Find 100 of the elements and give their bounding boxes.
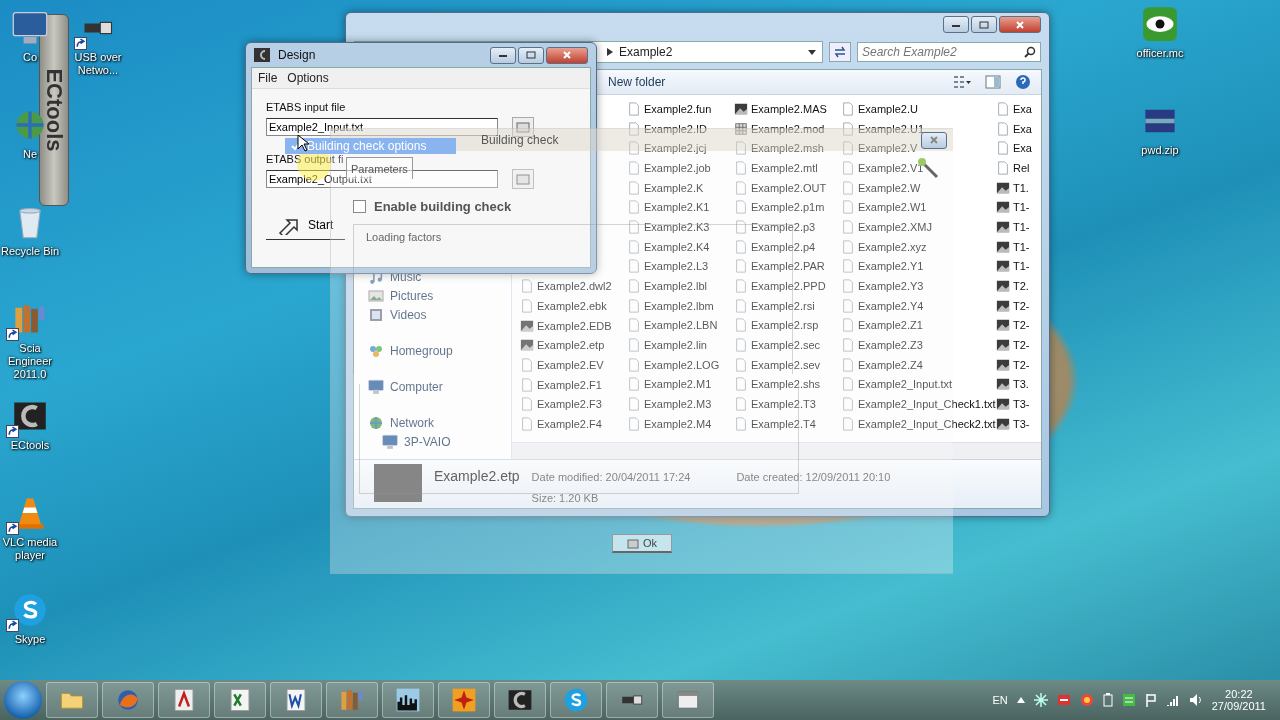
- explorer-item[interactable]: Example2.Z4: [841, 354, 996, 375]
- explorer-item[interactable]: Example2.ebk: [520, 296, 627, 316]
- explorer-item[interactable]: Example2.Z3: [841, 335, 996, 355]
- explorer-item[interactable]: Example2.OUT: [734, 177, 841, 198]
- explorer-item[interactable]: Example2.lbm: [627, 295, 734, 316]
- maximize-button[interactable]: [971, 16, 997, 33]
- dropdown-icon[interactable]: [808, 49, 816, 55]
- horizontal-scrollbar[interactable]: [512, 442, 1041, 459]
- explorer-item[interactable]: Example2.LBN: [627, 315, 734, 336]
- explorer-item[interactable]: Example2.MAS: [734, 99, 841, 119]
- explorer-item[interactable]: Example2_Input.txt: [841, 374, 996, 395]
- explorer-item[interactable]: T3.: [996, 374, 1103, 395]
- explorer-item[interactable]: Example2.lbl: [627, 276, 734, 296]
- minimize-button[interactable]: [490, 46, 516, 64]
- explorer-item[interactable]: Exa: [996, 99, 1103, 119]
- menu-item[interactable]: Options: [287, 71, 329, 85]
- explorer-item[interactable]: Example2.rsp: [734, 315, 841, 336]
- explorer-item[interactable]: Example2.F3: [520, 394, 627, 415]
- explorer-item[interactable]: T2-: [996, 354, 1103, 375]
- start-button[interactable]: [4, 681, 42, 719]
- explorer-item[interactable]: Example2_Input_Check2.txt: [841, 414, 996, 434]
- taskbar-app-button[interactable]: [382, 682, 434, 718]
- explorer-item[interactable]: Example2.shs: [734, 374, 841, 395]
- clock[interactable]: 20:22 27/09/2011: [1211, 688, 1266, 712]
- explorer-item[interactable]: Example2.xyz: [841, 236, 996, 257]
- explorer-item[interactable]: Example2.K4: [627, 236, 734, 257]
- explorer-item[interactable]: Example2.M3: [627, 394, 734, 414]
- explorer-item[interactable]: Example2.F4: [520, 414, 627, 434]
- refresh-button[interactable]: [829, 42, 851, 62]
- explorer-item[interactable]: Example2.Y3: [841, 276, 996, 296]
- explorer-item[interactable]: Example2.p4: [734, 236, 841, 257]
- explorer-item[interactable]: Example2.EDB: [520, 315, 627, 336]
- nav-item[interactable]: 3P-VAIO: [368, 432, 451, 451]
- close-button[interactable]: [546, 46, 588, 64]
- explorer-item[interactable]: Example2.T3: [734, 394, 841, 414]
- input-field[interactable]: Example2_Input.txt: [266, 118, 498, 136]
- explorer-item[interactable]: T2-: [996, 315, 1103, 336]
- maximize-button[interactable]: [518, 46, 544, 64]
- no-entry-icon[interactable]: [1056, 693, 1071, 707]
- explorer-item[interactable]: Example2.Y1: [841, 256, 996, 277]
- explorer-item[interactable]: Example2.K3: [627, 217, 734, 237]
- explorer-item[interactable]: T2.: [996, 276, 1103, 296]
- show-hidden-icons-icon[interactable]: [1016, 697, 1025, 703]
- signal-bars-icon[interactable]: [1165, 694, 1180, 706]
- explorer-item[interactable]: Example2.job: [627, 158, 734, 178]
- explorer-item[interactable]: Example2.EV: [520, 355, 627, 375]
- explorer-item[interactable]: Example2.W: [841, 177, 996, 198]
- battery-icon[interactable]: [1102, 693, 1113, 707]
- list-icon[interactable]: [1121, 693, 1136, 707]
- nav-item[interactable]: Homegroup: [368, 341, 453, 360]
- explorer-item[interactable]: Example2.PPD: [734, 276, 841, 296]
- explorer-item[interactable]: T1-: [996, 236, 1103, 257]
- close-button[interactable]: [999, 16, 1041, 33]
- explorer-item[interactable]: Example2.Y4: [841, 295, 996, 316]
- speaker-icon[interactable]: [1188, 693, 1203, 707]
- explorer-item[interactable]: Example2.Z1: [841, 315, 996, 336]
- explorer-item[interactable]: Rel: [996, 158, 1103, 178]
- explorer-item[interactable]: Example2.M4: [627, 414, 734, 434]
- explorer-item[interactable]: Example2_Input_Check1.txt: [841, 394, 996, 414]
- help-icon[interactable]: [1015, 74, 1031, 90]
- view-options-icon[interactable]: [953, 75, 971, 89]
- explorer-item[interactable]: Example2.etp: [520, 335, 627, 356]
- explorer-item[interactable]: T1-: [996, 197, 1103, 218]
- explorer-item[interactable]: Exa: [996, 138, 1103, 159]
- nav-item[interactable]: Videos: [368, 305, 427, 324]
- search-field[interactable]: Search Example2: [857, 42, 1041, 62]
- snowflake-icon[interactable]: [1033, 693, 1048, 707]
- explorer-item[interactable]: Example2.fun: [627, 99, 734, 119]
- explorer-item[interactable]: Example2.F1: [520, 374, 627, 395]
- explorer-item[interactable]: Example2.M1: [627, 374, 734, 395]
- flag-icon[interactable]: [1144, 693, 1157, 707]
- explorer-item[interactable]: Example2.L3: [627, 256, 734, 277]
- explorer-item[interactable]: T1-: [996, 256, 1103, 277]
- taskbar-app-button[interactable]: [158, 682, 210, 718]
- start-button[interactable]: Start: [266, 213, 346, 240]
- minimize-button[interactable]: [943, 16, 969, 33]
- language-indicator[interactable]: EN: [992, 694, 1008, 706]
- taskbar-app-button[interactable]: [494, 682, 546, 718]
- explorer-item[interactable]: Example2.mtl: [734, 158, 841, 178]
- explorer-item[interactable]: Example2.sec: [734, 335, 841, 355]
- explorer-item[interactable]: Example2.rsi: [734, 295, 841, 316]
- explorer-item[interactable]: Example2.PAR: [734, 256, 841, 277]
- toolbar-button[interactable]: New folder: [604, 73, 670, 91]
- nav-item[interactable]: Pictures: [368, 286, 434, 305]
- explorer-item[interactable]: Example2.K: [627, 177, 734, 198]
- taskbar-app-button[interactable]: [270, 682, 322, 718]
- explorer-item[interactable]: Example2.sev: [734, 354, 841, 375]
- explorer-item[interactable]: T1-: [996, 217, 1103, 237]
- explorer-item[interactable]: Example2.LOG: [627, 354, 734, 375]
- explorer-item[interactable]: Example2.XMJ: [841, 217, 996, 237]
- nav-item[interactable]: Computer: [368, 377, 443, 396]
- explorer-item[interactable]: Example2.lin: [627, 335, 734, 355]
- explorer-item[interactable]: Example2.T4: [734, 414, 841, 434]
- explorer-item[interactable]: Example2.dwl2: [520, 276, 627, 297]
- explorer-item[interactable]: T3-: [996, 394, 1103, 414]
- search-icon[interactable]: [1024, 46, 1036, 58]
- explorer-item[interactable]: T3-: [996, 414, 1103, 434]
- explorer-item[interactable]: T1.: [996, 177, 1103, 198]
- nav-item[interactable]: Network: [368, 413, 434, 432]
- shield-icon[interactable]: [1079, 693, 1094, 707]
